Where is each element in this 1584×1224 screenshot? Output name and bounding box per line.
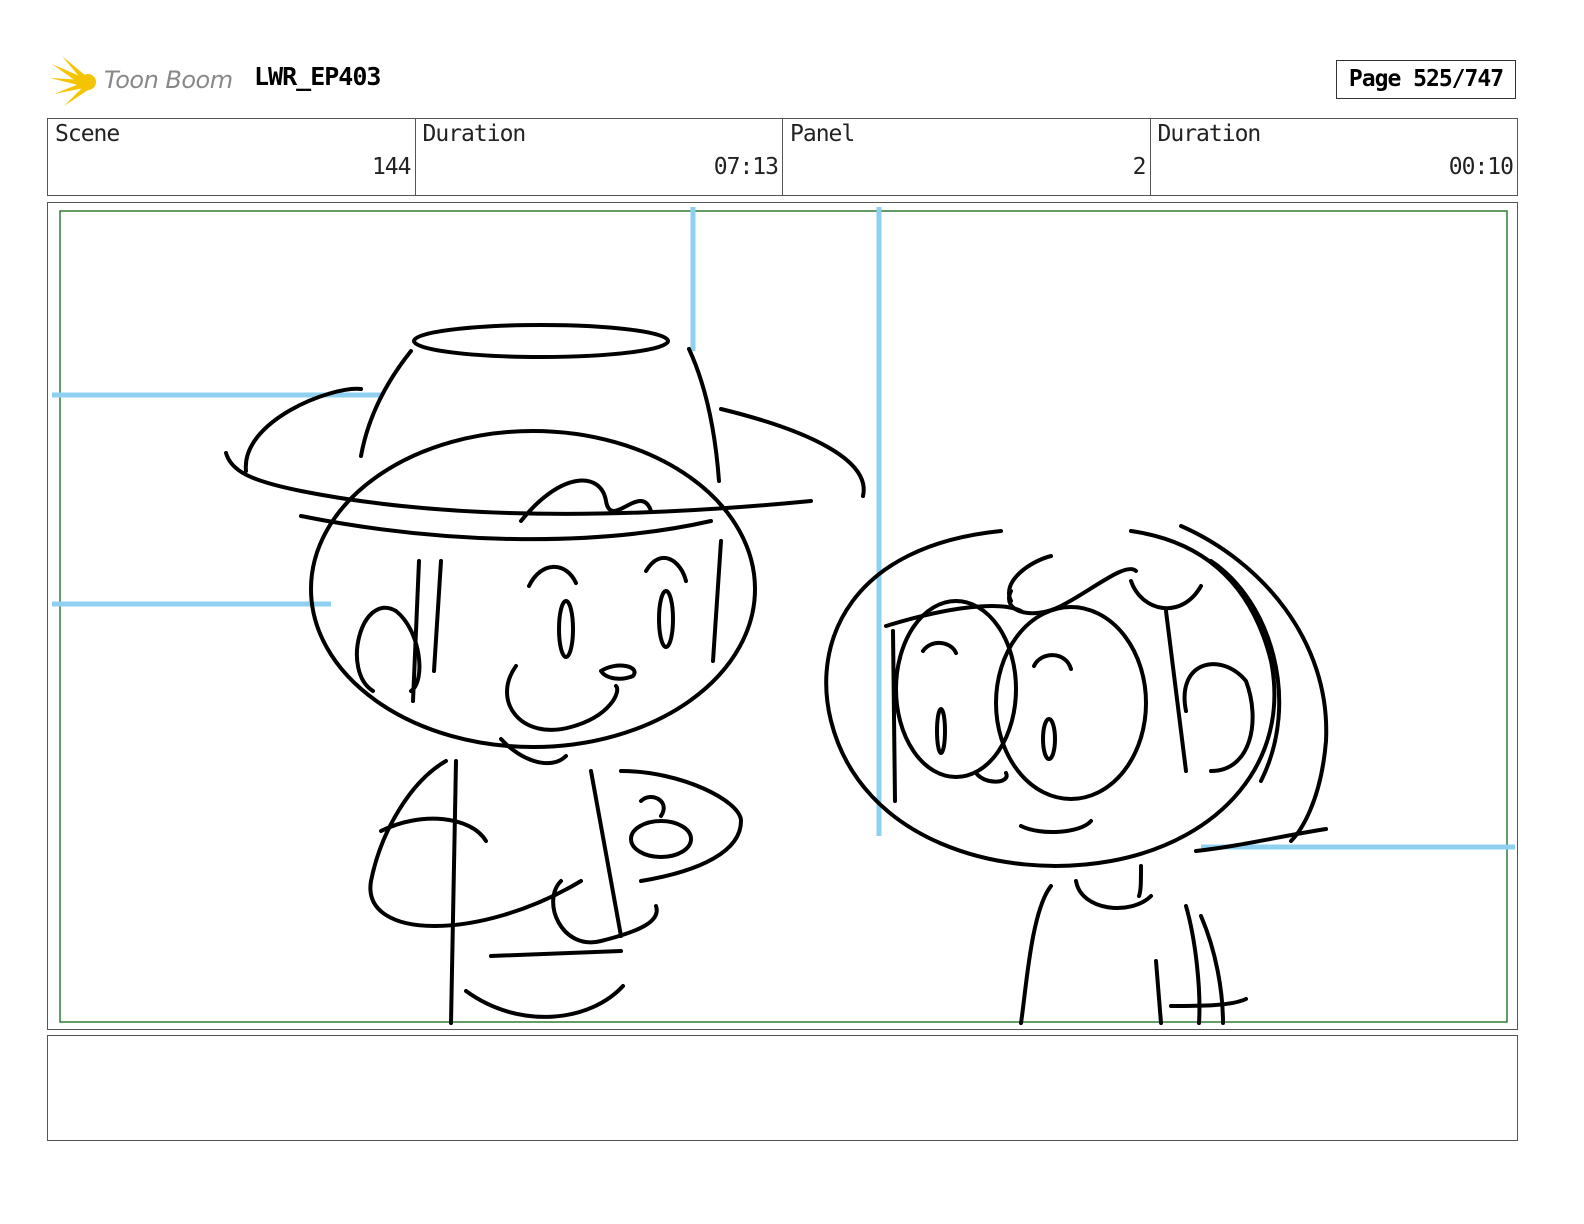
logo-text: Toon Boom [104, 66, 233, 94]
scene-duration-label: Duration [422, 121, 527, 147]
character-boy-sketch [224, 323, 866, 1025]
storyboard-panel-image [47, 202, 1518, 1030]
toon-boom-logo: Toon Boom [50, 54, 240, 110]
panel-label: Panel [790, 121, 855, 147]
panel-duration-cell: Duration 00:10 [1151, 119, 1518, 195]
starburst-icon [50, 56, 96, 106]
panel-notes-box [47, 1035, 1518, 1141]
scene-label: Scene [55, 121, 120, 147]
scene-value: 144 [371, 154, 412, 180]
page-indicator: Page 525/747 [1336, 60, 1516, 99]
panel-cell: Panel 2 [783, 119, 1151, 195]
character-girl-sketch [824, 524, 1329, 1025]
layout-guides [52, 207, 1515, 850]
scene-cell: Scene 144 [48, 119, 416, 195]
scene-duration-value: 07:13 [713, 154, 779, 180]
panel-duration-label: Duration [1157, 121, 1262, 147]
sketch-drawing [52, 207, 1515, 1025]
panel-info-row: Scene 144 Duration 07:13 Panel 2 Duratio… [47, 118, 1518, 196]
panel-value: 2 [1132, 154, 1147, 180]
scene-duration-cell: Duration 07:13 [416, 119, 783, 195]
panel-duration-value: 00:10 [1448, 154, 1514, 180]
project-title: LWR_EP403 [254, 62, 381, 91]
